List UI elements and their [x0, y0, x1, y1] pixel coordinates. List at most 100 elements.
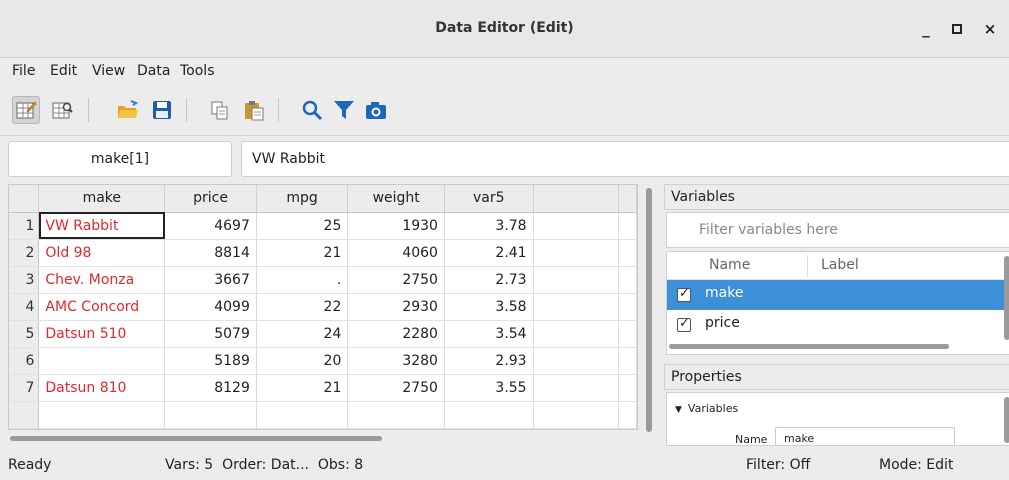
column-header-weight[interactable]: weight [347, 185, 445, 213]
row-number[interactable]: 5 [9, 320, 40, 348]
grid-cell[interactable] [618, 347, 637, 375]
grid-cell[interactable]: 3.78 [444, 212, 534, 240]
grid-cell[interactable] [533, 347, 619, 375]
grid-cell[interactable]: Datsun 810 [38, 374, 166, 402]
grid-cell[interactable]: 25 [256, 212, 349, 240]
grid-cell[interactable] [533, 293, 619, 321]
checkbox[interactable] [677, 316, 691, 332]
menu-data[interactable]: Data [137, 63, 170, 79]
column-header-mpg[interactable]: mpg [256, 185, 349, 213]
grid-cell[interactable]: 2750 [347, 266, 445, 294]
row-number[interactable]: 6 [9, 347, 40, 375]
grid-cell[interactable] [618, 266, 637, 294]
grid-cell[interactable]: 21 [256, 239, 349, 267]
browse-mode-button[interactable] [48, 96, 76, 124]
grid-cell[interactable]: 3280 [347, 347, 445, 375]
grid-cell[interactable]: 2.93 [444, 347, 534, 375]
find-button[interactable] [298, 96, 326, 124]
menu-tools[interactable]: Tools [180, 63, 215, 79]
grid-horizontal-scrollbar[interactable] [8, 431, 638, 445]
grid-cell[interactable] [618, 320, 637, 348]
grid-cell[interactable]: 2.41 [444, 239, 534, 267]
grid-cell[interactable] [533, 212, 619, 240]
row-number[interactable]: 4 [9, 293, 40, 321]
grid-cell[interactable] [347, 401, 445, 429]
grid-cell[interactable]: . [256, 266, 349, 294]
copy-button[interactable] [206, 96, 234, 124]
grid-cell[interactable] [38, 401, 166, 429]
grid-cell[interactable]: 21 [256, 374, 349, 402]
snapshot-button[interactable] [362, 96, 390, 124]
row-number[interactable]: 3 [9, 266, 40, 294]
grid-cell[interactable] [38, 347, 166, 375]
grid-cell[interactable]: 3.54 [444, 320, 534, 348]
grid-cell[interactable]: 5189 [164, 347, 257, 375]
properties-section-variables[interactable]: ▼ Variables [675, 402, 738, 415]
grid-cell[interactable] [533, 266, 619, 294]
maximize-button[interactable] [946, 18, 968, 40]
close-button[interactable]: × [979, 18, 1001, 40]
column-header-label[interactable]: Label [821, 257, 859, 273]
grid-cell[interactable]: 8129 [164, 374, 257, 402]
grid-cell[interactable] [256, 401, 349, 429]
grid-cell[interactable] [533, 320, 619, 348]
grid-cell[interactable]: 2930 [347, 293, 445, 321]
filter-variables-input[interactable]: Filter variables here [666, 212, 1009, 248]
grid-cell[interactable] [618, 374, 637, 402]
row-number[interactable]: 2 [9, 239, 40, 267]
grid-cell[interactable]: 24 [256, 320, 349, 348]
name-field[interactable]: make [775, 427, 955, 445]
paste-button[interactable] [240, 96, 268, 124]
cell-reference-field[interactable]: make[1] [8, 141, 232, 177]
grid-cell[interactable]: 20 [256, 347, 349, 375]
data-grid[interactable]: make price mpg weight var5 1 VW Rabbit 4… [8, 184, 638, 430]
variables-list[interactable]: Name Label make price [666, 251, 1009, 355]
grid-vertical-scrollbar[interactable] [641, 184, 657, 444]
grid-cell[interactable]: 4697 [164, 212, 257, 240]
scrollbar-thumb[interactable] [1004, 256, 1009, 340]
grid-cell[interactable]: VW Rabbit [38, 212, 166, 240]
column-header-name[interactable]: Name [709, 257, 750, 273]
grid-cell[interactable]: 2.73 [444, 266, 534, 294]
grid-cell[interactable] [618, 212, 637, 240]
filter-button[interactable] [330, 96, 358, 124]
column-header-price[interactable]: price [164, 185, 257, 213]
scrollbar-thumb[interactable] [10, 436, 382, 441]
scrollbar-thumb[interactable] [646, 188, 652, 432]
grid-cell[interactable] [618, 239, 637, 267]
grid-cell[interactable]: 8814 [164, 239, 257, 267]
save-button[interactable] [148, 96, 176, 124]
menu-view[interactable]: View [92, 63, 125, 79]
edit-mode-button[interactable] [12, 96, 40, 124]
menu-edit[interactable]: Edit [50, 63, 77, 79]
grid-cell[interactable]: Chev. Monza [38, 266, 166, 294]
grid-cell[interactable] [618, 293, 637, 321]
row-number[interactable] [9, 401, 40, 429]
row-number[interactable]: 1 [9, 212, 40, 240]
scrollbar-thumb[interactable] [1004, 397, 1009, 443]
cell-value-field[interactable]: VW Rabbit [241, 141, 1009, 177]
grid-cell[interactable]: 2750 [347, 374, 445, 402]
list-item[interactable]: make [667, 280, 1009, 310]
menu-file[interactable]: File [12, 63, 35, 79]
grid-cell[interactable] [164, 401, 257, 429]
column-header-make[interactable]: make [38, 185, 166, 213]
grid-cell[interactable]: 4099 [164, 293, 257, 321]
minimize-button[interactable]: _ [915, 18, 937, 40]
grid-cell[interactable]: 4060 [347, 239, 445, 267]
grid-cell[interactable] [533, 239, 619, 267]
grid-cell[interactable] [533, 401, 619, 429]
grid-cell[interactable] [618, 401, 637, 429]
grid-cell[interactable] [533, 374, 619, 402]
row-number[interactable]: 7 [9, 374, 40, 402]
open-button[interactable] [114, 96, 142, 124]
grid-cell[interactable]: 1930 [347, 212, 445, 240]
grid-cell[interactable]: 2280 [347, 320, 445, 348]
grid-cell[interactable]: 5079 [164, 320, 257, 348]
scrollbar-thumb[interactable] [669, 344, 949, 349]
grid-cell[interactable]: 3.55 [444, 374, 534, 402]
grid-cell[interactable]: AMC Concord [38, 293, 166, 321]
grid-cell[interactable]: 3667 [164, 266, 257, 294]
column-header-var5[interactable]: var5 [444, 185, 534, 213]
grid-cell[interactable]: Old 98 [38, 239, 166, 267]
